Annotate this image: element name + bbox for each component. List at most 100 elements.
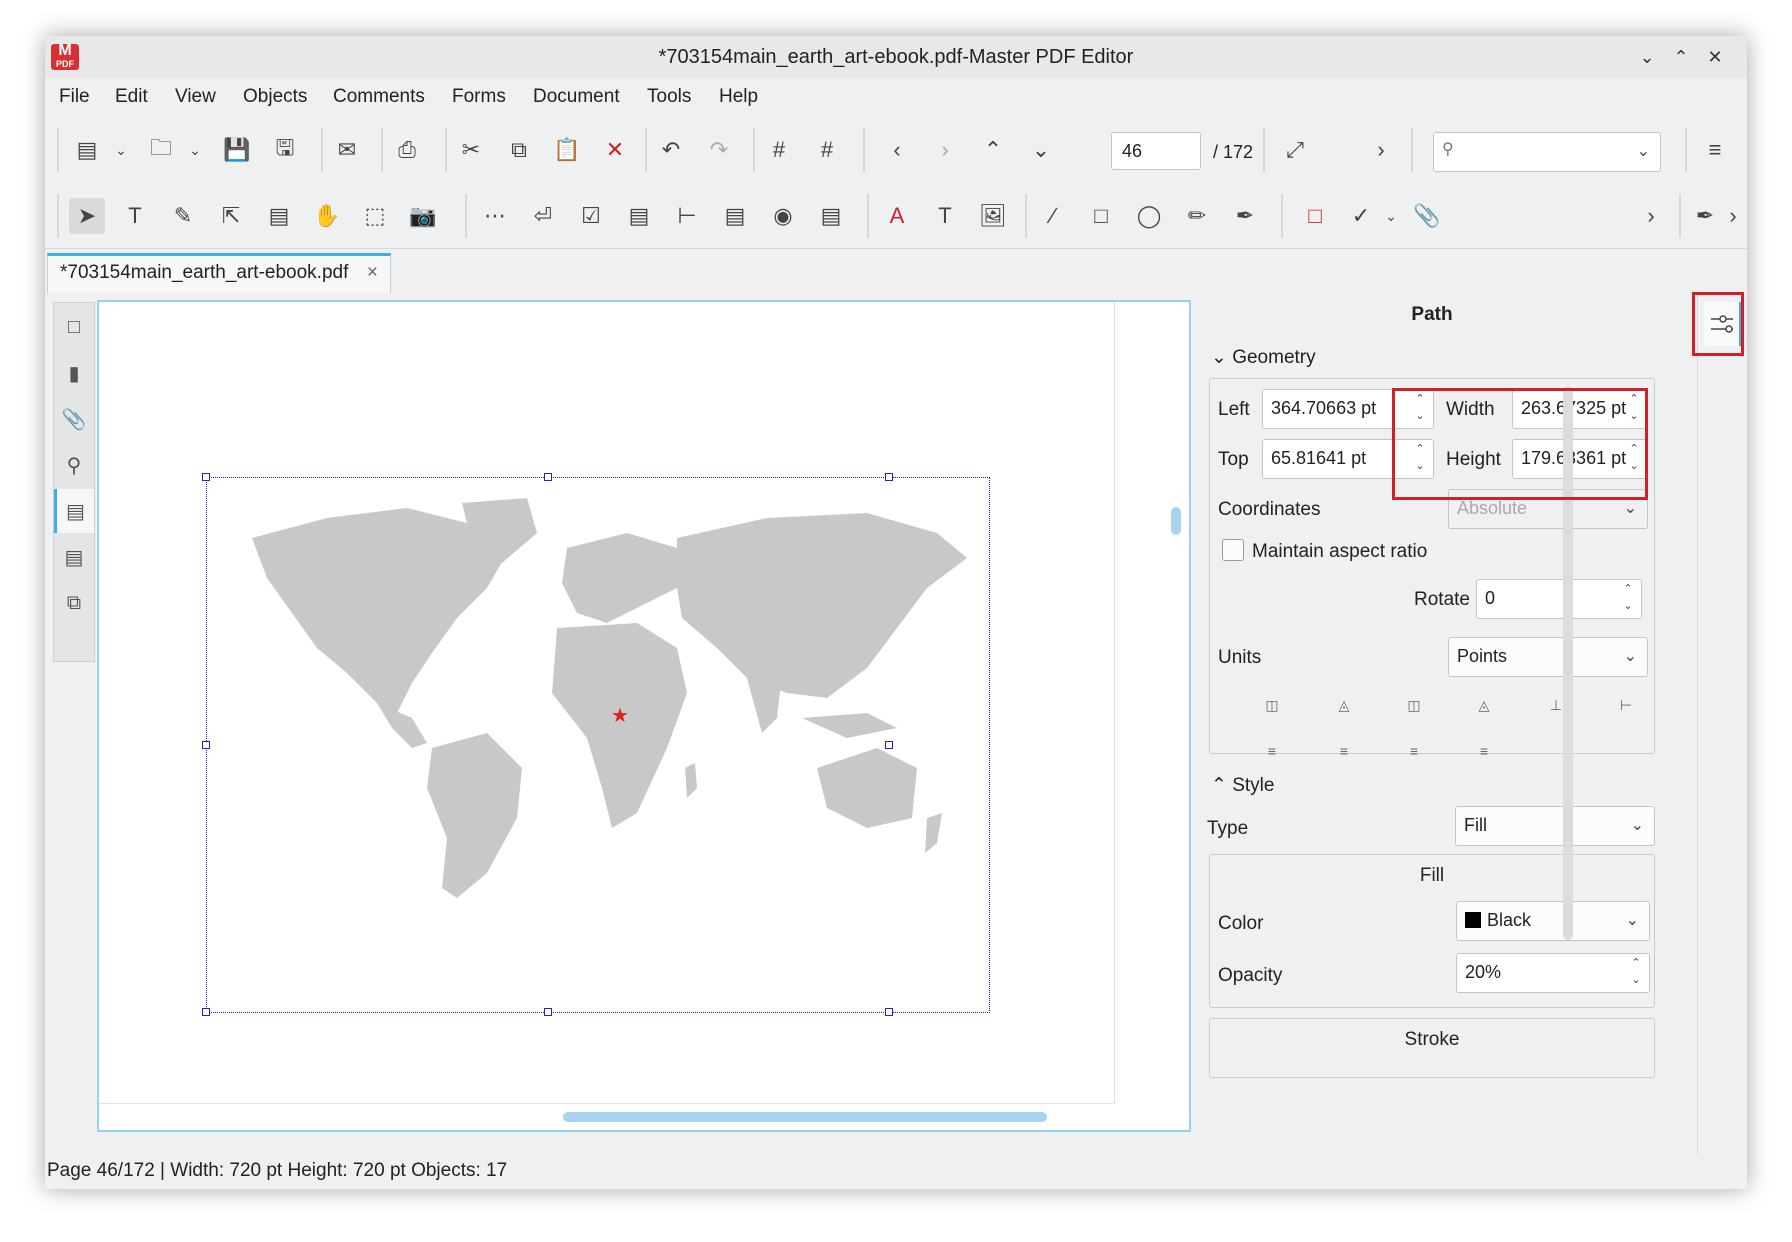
distribute-vertical-icon[interactable]: ≡	[1260, 743, 1284, 767]
toolbar-more-icon[interactable]: ›	[1633, 198, 1669, 234]
menu-document[interactable]: Document	[533, 86, 620, 108]
menu-help[interactable]: Help	[719, 86, 758, 108]
edit-text-icon[interactable]: T	[117, 198, 153, 234]
rotate-field[interactable]: 0 ⌃ ⌄	[1476, 579, 1642, 619]
resize-handle[interactable]	[544, 473, 552, 481]
print-icon[interactable]: ⎙	[389, 132, 425, 168]
align-top-icon[interactable]: ◫	[1402, 697, 1426, 721]
rectangle-icon[interactable]: □	[1083, 198, 1119, 234]
signature-icon[interactable]: ✒	[1227, 198, 1263, 234]
next-page-icon[interactable]: ›	[927, 132, 963, 168]
line-icon[interactable]: ∕	[1035, 198, 1071, 234]
same-height-icon[interactable]: ≡	[1472, 743, 1496, 767]
style-group-header[interactable]: ⌃ Style	[1211, 774, 1274, 797]
left-field[interactable]: 364.70663 pt ⌃ ⌄	[1262, 389, 1434, 429]
insert-image-icon[interactable]: 🖼	[975, 198, 1011, 234]
save-icon[interactable]: 💾	[219, 132, 255, 168]
toolbar-more-icon[interactable]: ›	[1363, 132, 1399, 168]
crop-icon[interactable]: ⬚	[357, 198, 393, 234]
edit-forms-icon[interactable]: ▤	[261, 198, 297, 234]
chevron-down-icon[interactable]: ⌄	[111, 132, 131, 168]
insert-text-icon[interactable]: T	[927, 198, 963, 234]
undo-icon[interactable]: ↶	[653, 132, 689, 168]
top-field[interactable]: 65.81641 pt ⌃ ⌄	[1262, 439, 1434, 479]
cut-icon[interactable]: ✂	[453, 132, 489, 168]
save-as-icon[interactable]: 🖫	[267, 132, 303, 168]
last-page-icon[interactable]: ⌄	[1023, 132, 1059, 168]
button-field-icon[interactable]: ⏎	[525, 198, 561, 234]
menu-objects[interactable]: Objects	[243, 86, 307, 108]
prev-page-icon[interactable]: ‹	[879, 132, 915, 168]
list-field-icon[interactable]: ⊢	[669, 198, 705, 234]
pencil-icon[interactable]: ✏	[1179, 198, 1215, 234]
align-right-icon[interactable]: ◬	[1332, 697, 1356, 721]
fit-page-icon[interactable]: ⤢	[1277, 132, 1313, 168]
menu-view[interactable]: View	[175, 86, 216, 108]
resize-handle[interactable]	[202, 1008, 210, 1016]
distribute-horizontal-icon[interactable]: ≡	[1332, 743, 1356, 767]
opacity-field[interactable]: 20% ⌃ ⌄	[1456, 953, 1650, 993]
attachment-icon[interactable]: 📎	[1409, 198, 1445, 234]
snap-grid-icon[interactable]: #	[809, 132, 845, 168]
geometry-group-header[interactable]: ⌄ Geometry	[1211, 346, 1316, 369]
attachments-icon[interactable]: 📎	[54, 397, 94, 441]
units-select[interactable]: Points ⌄	[1448, 637, 1648, 677]
eraser-icon[interactable]: ✒	[1687, 198, 1723, 234]
checkmark-icon[interactable]: ✓	[1343, 198, 1379, 234]
resize-handle[interactable]	[202, 741, 210, 749]
copy-icon[interactable]: ⧉	[501, 132, 537, 168]
resize-handle[interactable]	[885, 473, 893, 481]
add-text-icon[interactable]: A	[879, 198, 915, 234]
paste-icon[interactable]: 📋	[549, 132, 585, 168]
selected-path-object[interactable]: ★	[202, 473, 990, 1016]
height-field[interactable]: 179.63361 pt ⌃ ⌄	[1512, 439, 1648, 479]
checkbox-field-icon[interactable]: ☑	[573, 198, 609, 234]
chevron-down-icon[interactable]: ⌄	[185, 132, 205, 168]
close-tab-icon[interactable]: ×	[367, 262, 378, 284]
text-field-icon[interactable]: ⋯	[477, 198, 513, 234]
menu-forms[interactable]: Forms	[452, 86, 506, 108]
hamburger-menu-icon[interactable]: ≡	[1697, 132, 1733, 168]
redo-icon[interactable]: ↷	[701, 132, 737, 168]
close-button[interactable]: ✕	[1701, 44, 1729, 70]
listbox-field-icon[interactable]: ▤	[717, 198, 753, 234]
search-input[interactable]: ⚲ ⌄	[1433, 132, 1661, 172]
maintain-aspect-checkbox[interactable]	[1222, 539, 1244, 561]
ellipse-icon[interactable]: ◯	[1131, 198, 1167, 234]
maximize-button[interactable]: ⌃	[1667, 44, 1695, 70]
align-bottom-icon[interactable]: ◬	[1472, 697, 1496, 721]
select-arrow-icon[interactable]: ➤	[69, 198, 105, 234]
minimize-button[interactable]: ⌄	[1633, 44, 1661, 70]
first-page-icon[interactable]: ⌃	[975, 132, 1011, 168]
type-select[interactable]: Fill ⌄	[1455, 806, 1655, 846]
properties-toggle-button[interactable]	[1704, 302, 1742, 346]
signatures-icon[interactable]: ▤	[54, 535, 94, 579]
email-icon[interactable]: ✉	[329, 132, 365, 168]
vertical-scrollbar[interactable]	[1171, 507, 1181, 535]
edit-path-icon[interactable]: ⇱	[213, 198, 249, 234]
signature-field-icon[interactable]: ▤	[813, 198, 849, 234]
menu-edit[interactable]: Edit	[115, 86, 148, 108]
hand-icon[interactable]: ✋	[309, 198, 345, 234]
layers-icon[interactable]: ▤	[54, 489, 94, 533]
color-select[interactable]: Black ⌄	[1456, 901, 1650, 941]
resize-handle[interactable]	[885, 1008, 893, 1016]
page-thumbnails-icon[interactable]: □	[54, 305, 94, 349]
radio-field-icon[interactable]: ◉	[765, 198, 801, 234]
width-field[interactable]: 263.67325 pt ⌃ ⌄	[1512, 389, 1648, 429]
comment-icon[interactable]: □	[1297, 198, 1333, 234]
resize-handle[interactable]	[544, 1008, 552, 1016]
new-document-icon[interactable]: ▤	[69, 132, 105, 168]
document-canvas[interactable]: ★	[97, 300, 1191, 1132]
pages-icon[interactable]: ⧉	[54, 581, 94, 625]
panel-scrollbar[interactable]	[1563, 386, 1573, 940]
align-left-icon[interactable]: ◫	[1260, 697, 1284, 721]
combo-field-icon[interactable]: ▤	[621, 198, 657, 234]
horizontal-scrollbar[interactable]	[563, 1112, 1047, 1122]
menu-file[interactable]: File	[59, 86, 90, 108]
delete-icon[interactable]: ✕	[597, 132, 633, 168]
resize-handle[interactable]	[202, 473, 210, 481]
toolbar-more-icon[interactable]: ›	[1719, 198, 1747, 234]
menu-tools[interactable]: Tools	[647, 86, 691, 108]
snapshot-icon[interactable]: 📷	[405, 198, 441, 234]
